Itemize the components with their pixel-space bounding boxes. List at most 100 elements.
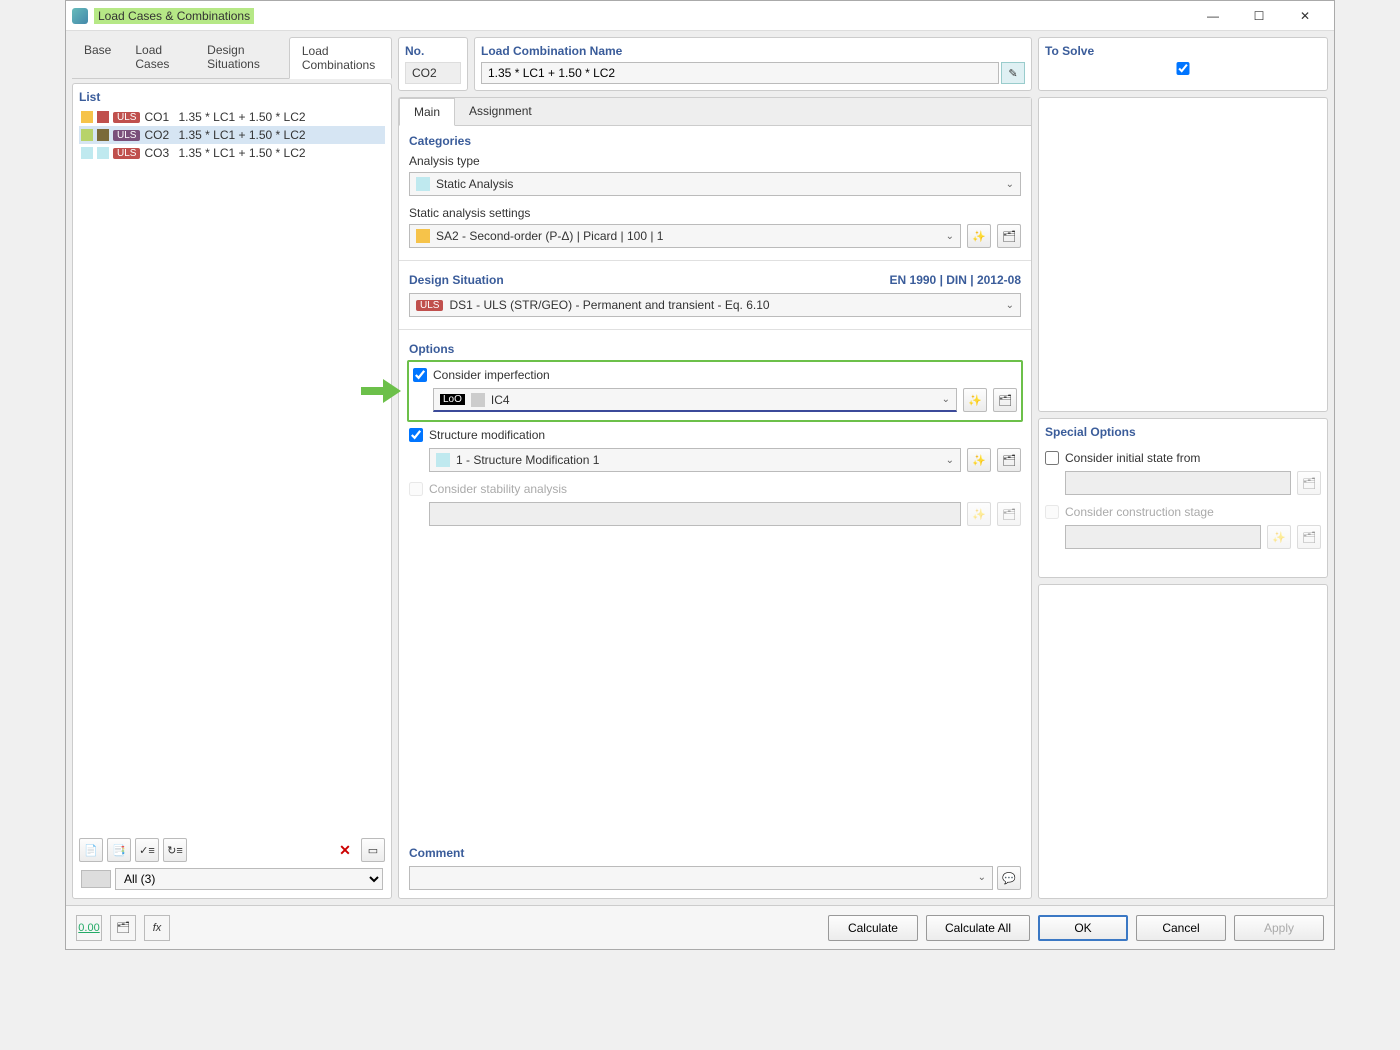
comment-section: Comment ⌄ 💬 — [399, 838, 1031, 898]
tab-design-situations[interactable]: Design Situations — [195, 37, 289, 78]
structure-mod-label: Structure modification — [429, 428, 545, 442]
list-toolbar: 📄 📑 ✓≡ ↻≡ ✕ ▭ — [79, 834, 385, 866]
list-item[interactable]: ULS CO3 1.35 * LC1 + 1.50 * LC2 — [79, 144, 385, 162]
app-icon — [72, 8, 88, 24]
list-item[interactable]: ULS CO2 1.35 * LC1 + 1.50 * LC2 — [79, 126, 385, 144]
calculate-button[interactable]: Calculate — [828, 915, 918, 941]
options-section: Options Consider imperfection — [399, 334, 1031, 534]
combination-list[interactable]: ULS CO1 1.35 * LC1 + 1.50 * LC2 ULS CO2 … — [79, 108, 385, 834]
tree-button[interactable]: 🗂 — [110, 915, 136, 941]
units-button[interactable]: 0.00 — [76, 915, 102, 941]
no-panel: No. CO2 — [398, 37, 468, 91]
co-id: CO1 — [144, 110, 174, 124]
stability-checkbox — [409, 482, 423, 496]
swatch-icon — [471, 393, 485, 407]
close-button[interactable]: ✕ — [1282, 2, 1328, 30]
filter-swatch — [81, 870, 111, 888]
solve-title: To Solve — [1045, 44, 1321, 58]
construction-stage-combo — [1065, 525, 1261, 549]
swatch-icon — [416, 229, 430, 243]
analysis-type-label: Analysis type — [409, 154, 1021, 168]
edit-settings-button[interactable]: 🗂 — [997, 224, 1021, 248]
new-imperfection-button[interactable]: ✨ — [963, 388, 987, 412]
preview-panel — [1038, 97, 1328, 412]
cancel-button[interactable]: Cancel — [1136, 915, 1226, 941]
comment-combo[interactable]: ⌄ — [409, 866, 993, 890]
design-situation-section: Design Situation EN 1990 | DIN | 2012-08… — [399, 265, 1031, 325]
chevron-down-icon: ⌄ — [1006, 300, 1014, 311]
static-settings-combo[interactable]: SA2 - Second-order (P-Δ) | Picard | 100 … — [409, 224, 961, 248]
minimize-button[interactable]: — — [1190, 2, 1236, 30]
analysis-type-combo[interactable]: Static Analysis ⌄ — [409, 172, 1021, 196]
name-panel: Load Combination Name ✎ — [474, 37, 1032, 91]
window-title: Load Cases & Combinations — [94, 8, 254, 24]
no-value: CO2 — [405, 62, 461, 84]
list-item[interactable]: ULS CO1 1.35 * LC1 + 1.50 * LC2 — [79, 108, 385, 126]
no-title: No. — [405, 44, 461, 58]
edit-name-button[interactable]: ✎ — [1001, 62, 1025, 84]
info-panel — [1038, 584, 1328, 899]
color-swatch — [97, 129, 109, 141]
subtab-main[interactable]: Main — [399, 98, 455, 126]
new-cs-button: ✨ — [1267, 525, 1291, 549]
apply-button: Apply — [1234, 915, 1324, 941]
co-desc: 1.35 * LC1 + 1.50 * LC2 — [178, 110, 383, 124]
filter-select[interactable]: All (3) — [115, 868, 383, 890]
uls-badge: ULS — [416, 300, 443, 311]
structure-mod-combo[interactable]: 1 - Structure Modification 1 ⌄ — [429, 448, 961, 472]
initial-state-checkbox[interactable] — [1045, 451, 1059, 465]
structure-mod-checkbox[interactable] — [409, 428, 423, 442]
loo-tag: LoO — [440, 394, 465, 405]
fx-button[interactable]: fx — [144, 915, 170, 941]
new-settings-button[interactable]: ✨ — [967, 224, 991, 248]
tab-load-combinations[interactable]: Load Combinations — [289, 37, 392, 79]
subtab-assignment[interactable]: Assignment — [455, 98, 546, 125]
main-tabs: Base Load Cases Design Situations Load C… — [72, 37, 392, 79]
maximize-button[interactable]: ☐ — [1236, 2, 1282, 30]
uls-badge: ULS — [113, 112, 140, 123]
co-id: CO3 — [144, 146, 174, 160]
special-options-panel: Special Options Consider initial state f… — [1038, 418, 1328, 578]
categories-section: Categories Analysis type Static Analysis… — [399, 126, 1031, 256]
edit-structmod-button[interactable]: 🗂 — [997, 448, 1021, 472]
design-situation-combo[interactable]: ULS DS1 - ULS (STR/GEO) - Permanent and … — [409, 293, 1021, 317]
analysis-type-value: Static Analysis — [436, 177, 513, 191]
new-stability-button: ✨ — [967, 502, 991, 526]
comment-title: Comment — [409, 846, 1021, 860]
dialog-window: Load Cases & Combinations — ☐ ✕ Base Loa… — [65, 0, 1335, 950]
titlebar: Load Cases & Combinations — ☐ ✕ — [66, 1, 1334, 31]
name-input[interactable] — [481, 62, 999, 84]
copy-button[interactable]: 📑 — [107, 838, 131, 862]
edit-initial-state-button: 🗂 — [1297, 471, 1321, 495]
refresh-button[interactable]: ↻≡ — [163, 838, 187, 862]
edit-stability-button: 🗂 — [997, 502, 1021, 526]
chevron-down-icon: ⌄ — [946, 231, 954, 242]
uls-badge: ULS — [113, 130, 140, 141]
calculate-all-button[interactable]: Calculate All — [926, 915, 1030, 941]
color-swatch — [97, 111, 109, 123]
design-situation-value: DS1 - ULS (STR/GEO) - Permanent and tran… — [449, 298, 769, 312]
list-filter: All (3) — [79, 866, 385, 892]
standard-label: EN 1990 | DIN | 2012-08 — [890, 273, 1021, 287]
toggle-button[interactable]: ▭ — [361, 838, 385, 862]
new-structmod-button[interactable]: ✨ — [967, 448, 991, 472]
solve-checkbox[interactable] — [1045, 62, 1321, 75]
tab-load-cases[interactable]: Load Cases — [123, 37, 195, 78]
main-content: Main Assignment Categories Analysis type… — [398, 97, 1032, 899]
stability-label: Consider stability analysis — [429, 482, 567, 496]
new-button[interactable]: 📄 — [79, 838, 103, 862]
swatch-icon — [416, 177, 430, 191]
check-button[interactable]: ✓≡ — [135, 838, 159, 862]
tab-base[interactable]: Base — [72, 37, 123, 78]
name-title: Load Combination Name — [481, 44, 1025, 58]
imperfection-combo[interactable]: LoO IC4 ⌄ — [433, 388, 957, 412]
construction-stage-checkbox — [1045, 505, 1059, 519]
ok-button[interactable]: OK — [1038, 915, 1128, 941]
edit-imperfection-button[interactable]: 🗂 — [993, 388, 1017, 412]
color-swatch — [81, 129, 93, 141]
highlight-box: Consider imperfection LoO IC4 ⌄ ✨ — [407, 360, 1023, 422]
comment-button[interactable]: 💬 — [997, 866, 1021, 890]
imperfection-checkbox[interactable] — [413, 368, 427, 382]
color-swatch — [97, 147, 109, 159]
delete-button[interactable]: ✕ — [333, 838, 357, 862]
